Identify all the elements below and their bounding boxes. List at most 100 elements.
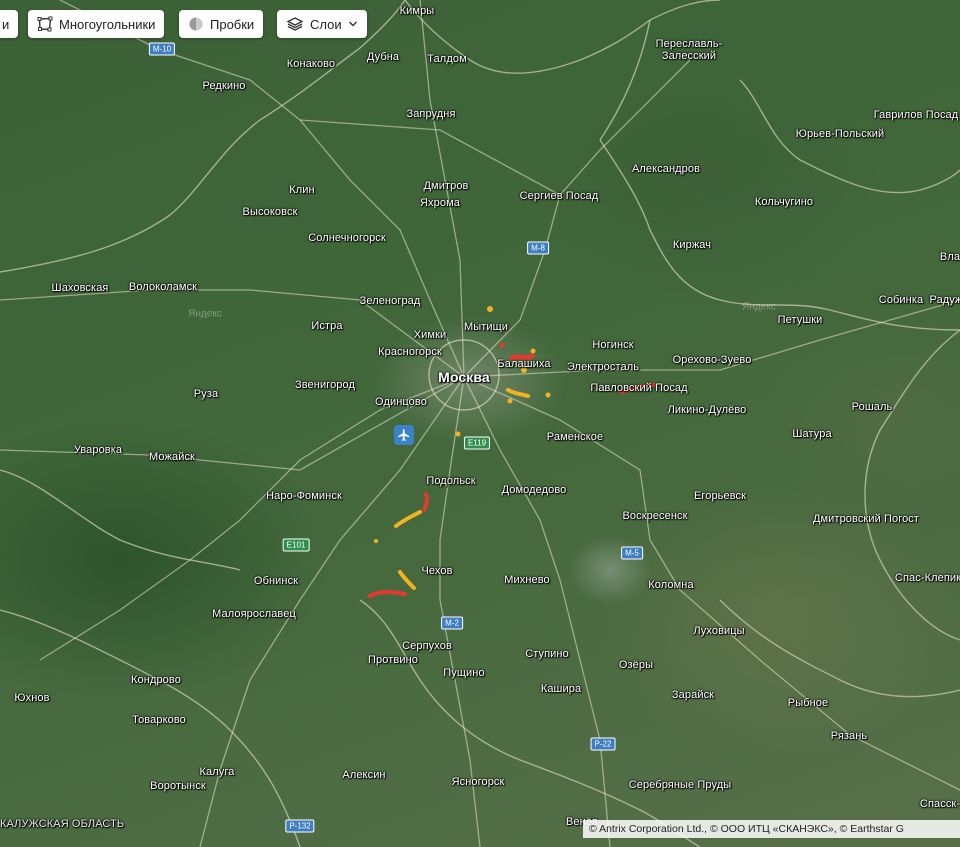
city-label: Раменское [546, 431, 604, 443]
traffic-dot-yellow [487, 306, 493, 312]
city-label: Чехов [421, 565, 453, 577]
city-label: Кашира [540, 683, 582, 695]
city-label: Спасск- [919, 798, 960, 810]
layers-icon [286, 16, 304, 32]
city-label: Ступино [525, 648, 569, 660]
city-label: Дмитров [423, 180, 469, 192]
city-label: Руза [193, 388, 219, 400]
city-label: Юхнов [14, 692, 50, 704]
city-label: Коломна [648, 579, 694, 591]
city-label: Протвино [368, 654, 418, 666]
city-label: Редкино [202, 80, 246, 92]
city-label: Вла [939, 251, 960, 263]
partial-button-label: и [2, 16, 10, 32]
city-label: Кимры [399, 5, 435, 17]
city-label: Наро-Фоминск [266, 490, 342, 502]
city-label: Уваровка [73, 444, 123, 456]
city-label: Павловский Посад [590, 382, 688, 394]
highway-shield: M-8 [527, 241, 549, 255]
traffic-light-icon [188, 16, 204, 32]
city-label: Дубна [366, 51, 400, 63]
highway-shield: E119 [463, 436, 491, 450]
city-label: Истра [311, 320, 343, 332]
partial-toolbar-button[interactable]: и [0, 10, 18, 38]
traffic-segment-red [422, 492, 429, 512]
city-label: Рязань [830, 730, 868, 742]
city-label: Собинка [878, 294, 924, 306]
city-label: Зарайск [671, 689, 715, 701]
city-label: Луховицы [693, 625, 745, 637]
city-label: Кондрово [131, 674, 181, 686]
layers-button-label: Слои [310, 16, 342, 32]
traffic-dot-yellow [374, 539, 378, 543]
traffic-button[interactable]: Пробки [179, 10, 264, 38]
city-label: Залесский [661, 50, 717, 62]
city-label: Солнечногорск [308, 232, 386, 244]
city-label: Воскресенск [622, 510, 688, 522]
chevron-down-icon [348, 19, 358, 29]
city-label: Подольск [426, 475, 476, 487]
polygons-button-label: Многоугольники [59, 16, 156, 32]
city-label: Товарково [132, 714, 186, 726]
city-label: Гаврилов Посад [873, 109, 959, 121]
city-label: Серебряные Пруды [628, 779, 732, 791]
city-label: Юрьев-Польский [795, 128, 885, 140]
city-label: Михнево [504, 574, 550, 586]
city-label: Радуж [929, 294, 960, 306]
city-label: Одинцово [375, 396, 427, 408]
city-label: Домодедово [501, 484, 567, 496]
city-label: Балашиха [497, 358, 551, 370]
city-label: Ликино-Дулёво [667, 404, 747, 416]
traffic-segment-yellow [394, 510, 422, 528]
city-label: Малоярославец [212, 608, 296, 620]
city-label: Калуга [199, 766, 235, 778]
city-label: Алексин [342, 769, 386, 781]
traffic-dot-yellow [545, 392, 551, 398]
city-label: Зеленоград [359, 295, 421, 307]
city-label: Рошаль [851, 401, 893, 413]
city-label: Мытищи [463, 321, 509, 333]
city-label: Звенигород [294, 379, 356, 391]
city-label: Александров [631, 163, 701, 175]
traffic-dot-yellow [455, 431, 461, 437]
city-label: Химки [413, 329, 447, 341]
traffic-segment-red [368, 590, 407, 598]
city-label: Высоковск [242, 206, 298, 218]
city-label: Волоколамск [128, 281, 198, 293]
city-label: Обнинск [253, 575, 299, 587]
highway-shield: P-22 [590, 737, 616, 751]
city-label: Шатура [792, 428, 832, 440]
city-label: Запрудня [406, 108, 456, 120]
city-label: Красногорск [378, 346, 442, 358]
city-label: Сергиев Посад [519, 190, 599, 202]
highway-shield: E101 [282, 538, 310, 552]
copyright-notice: © Antrix Corporation Ltd., © ООО ИТЦ «СК… [583, 820, 960, 838]
city-label: Рыбное [787, 697, 829, 709]
traffic-button-label: Пробки [210, 16, 255, 32]
city-label: Пущино [443, 667, 485, 679]
traffic-dot-yellow [507, 398, 513, 404]
city-label: Дмитровский Погост [812, 513, 920, 525]
city-label: Воротынск [150, 780, 206, 792]
city-label: Ногинск [592, 339, 634, 351]
city-label: Киржач [672, 239, 712, 251]
city-label: Электросталь [566, 361, 640, 373]
capital-label: Москва [438, 369, 490, 385]
city-label: Серпухов [402, 640, 452, 652]
city-label: Петушки [777, 314, 823, 326]
layers-button[interactable]: Слои [277, 10, 367, 38]
airport-icon[interactable] [394, 425, 414, 445]
city-label: Яхрома [420, 197, 460, 209]
region-label: КАЛУЖСКАЯ ОБЛАСТЬ [0, 818, 125, 830]
polygons-button[interactable]: Многоугольники [28, 10, 165, 38]
city-label: Озёры [618, 659, 654, 671]
yandex-watermark: Яндекс [742, 301, 776, 313]
city-label: Егорьевск [693, 490, 747, 502]
highway-shield: P-132 [285, 819, 315, 833]
city-label: Клин [289, 184, 315, 196]
city-label: Шаховская [51, 282, 109, 294]
city-label: Конаково [286, 58, 336, 70]
satellite-map[interactable]: Кимры Конаково Дубна Талдом Переславль- Залес… [0, 0, 960, 847]
city-label: Спас-Клепик [894, 572, 960, 584]
city-label: Можайск [149, 451, 195, 463]
